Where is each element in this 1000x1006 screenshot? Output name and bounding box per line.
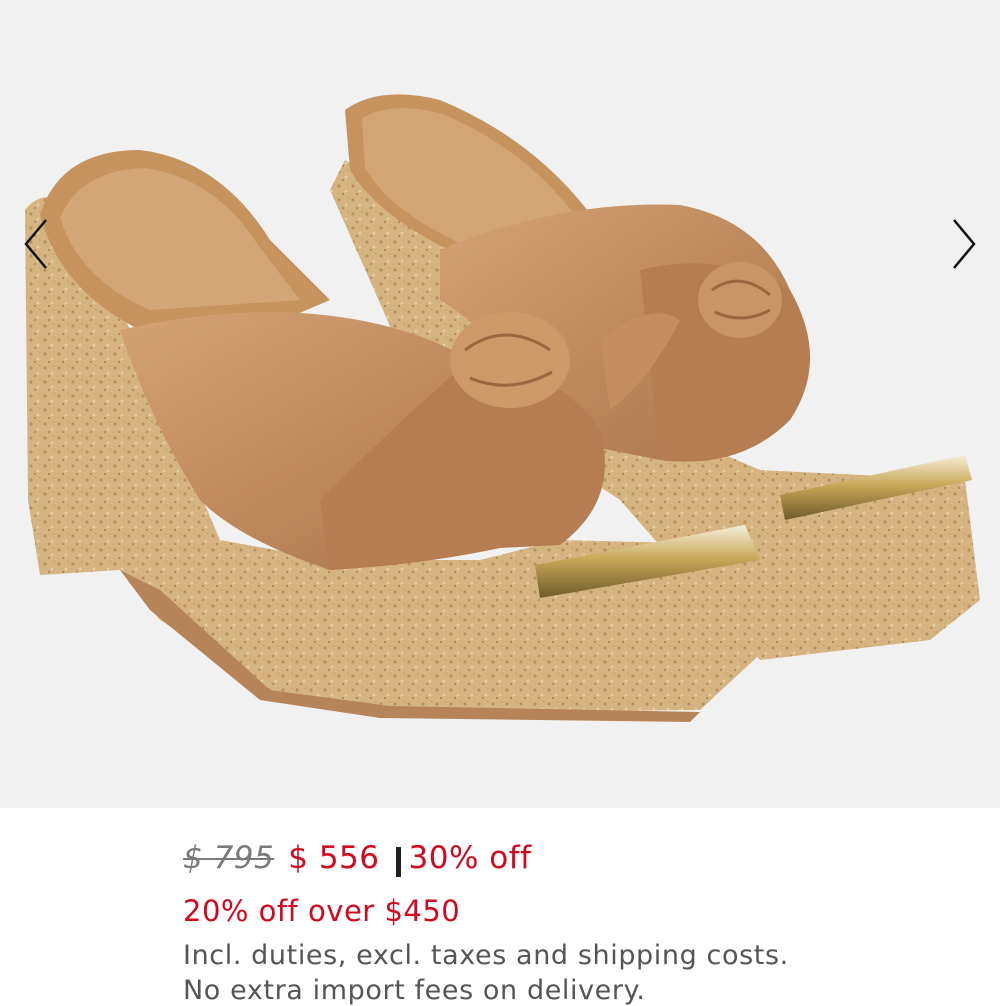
- next-image-button[interactable]: [944, 212, 984, 276]
- price-block: $ 795 $ 556 30% off 20% off over $450 In…: [183, 840, 983, 1006]
- original-price: $ 795: [183, 840, 275, 876]
- price-row: $ 795 $ 556 30% off: [183, 840, 983, 884]
- duties-note: Incl. duties, excl. taxes and shipping c…: [183, 940, 789, 971]
- product-image: [25, 94, 980, 722]
- discount-label: 30% off: [408, 840, 532, 876]
- promo-text: 20% off over $450: [183, 894, 461, 928]
- import-fees-note: No extra import fees on delivery.: [183, 975, 646, 1006]
- product-image-gallery[interactable]: [0, 0, 1000, 808]
- sale-price: $ 556: [288, 840, 380, 876]
- chevron-right-icon: [953, 219, 976, 269]
- chevron-left-icon: [24, 219, 47, 269]
- previous-image-button[interactable]: [16, 212, 56, 276]
- price-divider: [395, 847, 401, 877]
